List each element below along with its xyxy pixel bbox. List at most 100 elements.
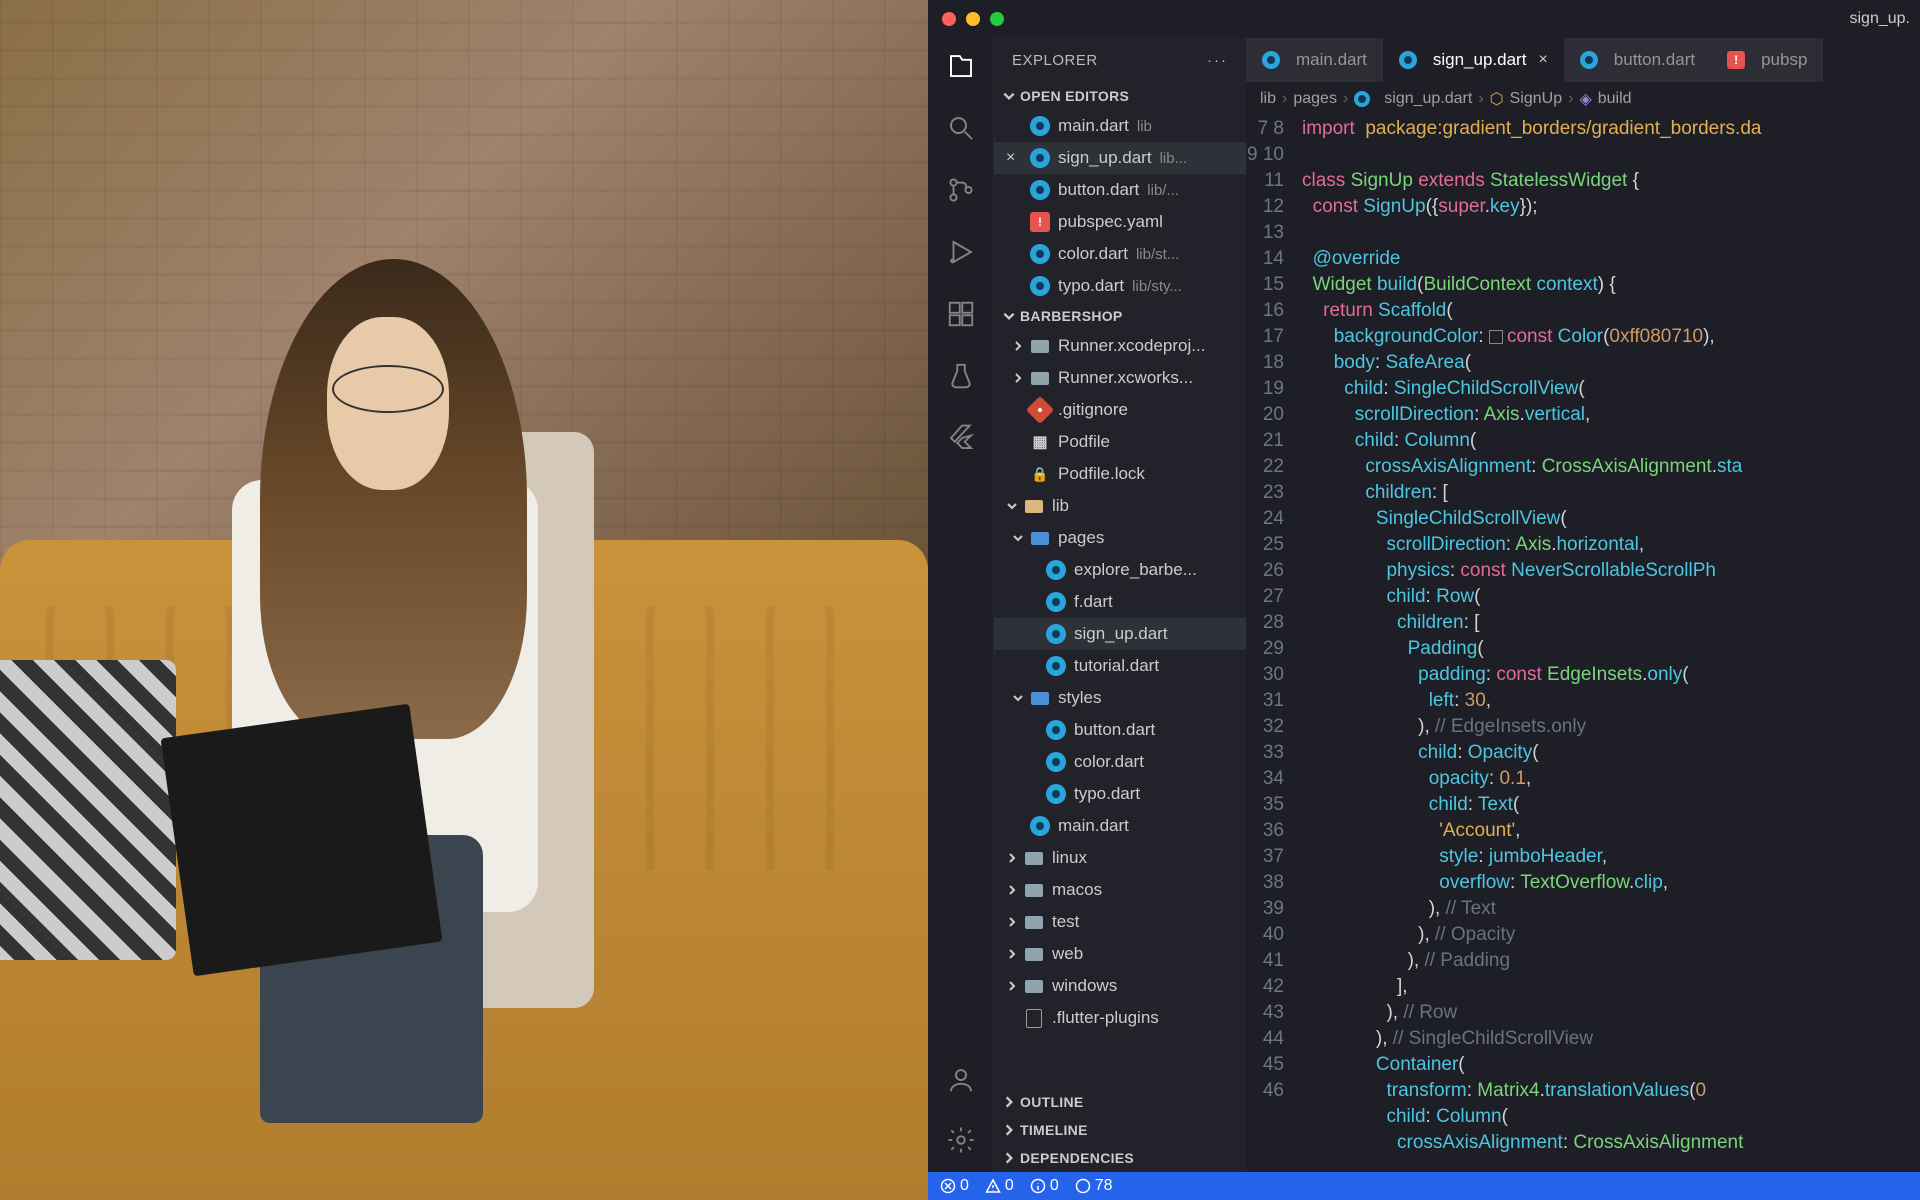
- status-errors[interactable]: 0: [940, 1177, 969, 1195]
- dart-icon: [1046, 752, 1066, 772]
- file-tree-item[interactable]: explore_barbe...: [994, 554, 1246, 586]
- file-path-hint: lib...: [1160, 150, 1188, 167]
- close-tab-icon[interactable]: ×: [1538, 51, 1547, 69]
- maximize-window-button[interactable]: [990, 12, 1004, 26]
- folder-icon: [1024, 880, 1044, 900]
- editor-tab[interactable]: pubsp: [1711, 38, 1823, 82]
- explorer-more-icon[interactable]: ···: [1207, 52, 1228, 69]
- tab-label: pubsp: [1761, 50, 1807, 70]
- file-tree-item[interactable]: pages: [994, 522, 1246, 554]
- open-editor-item[interactable]: ×sign_up.dartlib...: [994, 142, 1246, 174]
- breadcrumb-part[interactable]: sign_up.dart: [1384, 90, 1472, 108]
- file-tree-item[interactable]: Runner.xcodeproj...: [994, 330, 1246, 362]
- file-tree-item[interactable]: sign_up.dart: [994, 618, 1246, 650]
- open-editors-header[interactable]: OPEN EDITORS: [994, 82, 1246, 110]
- folder-icon: [1024, 848, 1044, 868]
- file-tree-item[interactable]: typo.dart: [994, 778, 1246, 810]
- titlebar: sign_up.: [928, 0, 1920, 38]
- file-tree-item[interactable]: linux: [994, 842, 1246, 874]
- status-other[interactable]: 78: [1075, 1177, 1113, 1195]
- breadcrumb-part[interactable]: pages: [1293, 90, 1337, 108]
- flutter-icon[interactable]: [945, 422, 977, 454]
- open-editor-item[interactable]: ×pubspec.yaml: [994, 206, 1246, 238]
- source-control-icon[interactable]: [945, 174, 977, 206]
- yaml-file-icon: [1727, 51, 1745, 69]
- settings-gear-icon[interactable]: [945, 1124, 977, 1156]
- open-editor-item[interactable]: ×typo.dartlib/sty...: [994, 270, 1246, 302]
- error-icon: [940, 1178, 956, 1194]
- explorer-title: EXPLORER: [1012, 52, 1098, 69]
- circle-icon: [1075, 1178, 1091, 1194]
- file-tree-item[interactable]: lib: [994, 490, 1246, 522]
- file-tree-item[interactable]: test: [994, 906, 1246, 938]
- file-tree-item[interactable]: Podfile.lock: [994, 458, 1246, 490]
- breadcrumb[interactable]: lib › pages › sign_up.dart › ⬡ SignUp › …: [1246, 82, 1920, 116]
- dart-file-icon: [1399, 51, 1417, 69]
- timeline-header[interactable]: TIMELINE: [994, 1116, 1246, 1144]
- search-icon[interactable]: [945, 112, 977, 144]
- folder-blue-icon: [1030, 528, 1050, 548]
- file-tree-item[interactable]: f.dart: [994, 586, 1246, 618]
- editor-tabs: main.dartsign_up.dart×button.dart pubsp: [1246, 38, 1920, 82]
- folder-icon: [1030, 368, 1050, 388]
- file-tree-item[interactable]: color.dart: [994, 746, 1246, 778]
- file-tree-item[interactable]: styles: [994, 682, 1246, 714]
- close-icon[interactable]: ×: [1006, 149, 1022, 167]
- dart-icon: [1030, 816, 1050, 836]
- activity-bar: [928, 38, 994, 1172]
- minimize-window-button[interactable]: [966, 12, 980, 26]
- chevron-right-icon: [1002, 1123, 1016, 1137]
- file-tree-item[interactable]: main.dart: [994, 810, 1246, 842]
- status-warnings[interactable]: 0: [985, 1177, 1014, 1195]
- code-content[interactable]: import package:gradient_borders/gradient…: [1302, 116, 1920, 1172]
- file-name: Runner.xcodeproj...: [1058, 336, 1205, 356]
- editor-tab[interactable]: sign_up.dart×: [1383, 38, 1564, 82]
- file-tree-item[interactable]: tutorial.dart: [994, 650, 1246, 682]
- explorer-icon[interactable]: [945, 50, 977, 82]
- chevron-right-icon: [1006, 916, 1020, 928]
- folder-icon: [1024, 976, 1044, 996]
- chevron-right-icon: ›: [1282, 90, 1287, 108]
- editor-tab[interactable]: button.dart: [1564, 38, 1711, 82]
- file-name: tutorial.dart: [1074, 656, 1159, 676]
- status-info[interactable]: 0: [1030, 1177, 1059, 1195]
- file-path-hint: lib/...: [1147, 182, 1179, 199]
- chevron-down-icon: [1012, 692, 1026, 704]
- info-icon: [1030, 1178, 1046, 1194]
- file-tree-item[interactable]: Podfile: [994, 426, 1246, 458]
- project-header[interactable]: BARBERSHOP: [994, 302, 1246, 330]
- chevron-right-icon: [1012, 340, 1026, 352]
- dart-icon: [1046, 784, 1066, 804]
- file-tree-item[interactable]: .flutter-plugins: [994, 1002, 1246, 1034]
- file-name: windows: [1052, 976, 1117, 996]
- file-tree-item[interactable]: Runner.xcworks...: [994, 362, 1246, 394]
- accounts-icon[interactable]: [945, 1064, 977, 1096]
- editor-tab[interactable]: main.dart: [1246, 38, 1383, 82]
- file-name: button.dart: [1058, 180, 1139, 200]
- breadcrumb-part[interactable]: build: [1598, 90, 1632, 108]
- window-title: sign_up.: [1850, 10, 1911, 28]
- breadcrumb-part[interactable]: SignUp: [1510, 90, 1562, 108]
- dependencies-header[interactable]: DEPENDENCIES: [994, 1144, 1246, 1172]
- testing-icon[interactable]: [945, 360, 977, 392]
- run-debug-icon[interactable]: [945, 236, 977, 268]
- decorative-photo: [0, 0, 928, 1200]
- breadcrumb-part[interactable]: lib: [1260, 90, 1276, 108]
- outline-header[interactable]: OUTLINE: [994, 1088, 1246, 1116]
- file-tree-item[interactable]: windows: [994, 970, 1246, 1002]
- open-editor-item[interactable]: ×color.dartlib/st...: [994, 238, 1246, 270]
- file-name: typo.dart: [1058, 276, 1124, 296]
- chevron-right-icon: [1002, 1095, 1016, 1109]
- open-editor-item[interactable]: ×main.dartlib: [994, 110, 1246, 142]
- chevron-down-icon: [1002, 89, 1016, 103]
- open-editor-item[interactable]: ×button.dartlib/...: [994, 174, 1246, 206]
- file-tree-item[interactable]: button.dart: [994, 714, 1246, 746]
- folder-icon: [1024, 912, 1044, 932]
- close-window-button[interactable]: [942, 12, 956, 26]
- code-editor[interactable]: 7 8 9 10 11 12 13 14 15 16 17 18 19 20 2…: [1246, 116, 1920, 1172]
- file-tree-item[interactable]: web: [994, 938, 1246, 970]
- file-tree-item[interactable]: .gitignore: [994, 394, 1246, 426]
- extensions-icon[interactable]: [945, 298, 977, 330]
- file-tree-item[interactable]: macos: [994, 874, 1246, 906]
- chevron-down-icon: [1002, 309, 1016, 323]
